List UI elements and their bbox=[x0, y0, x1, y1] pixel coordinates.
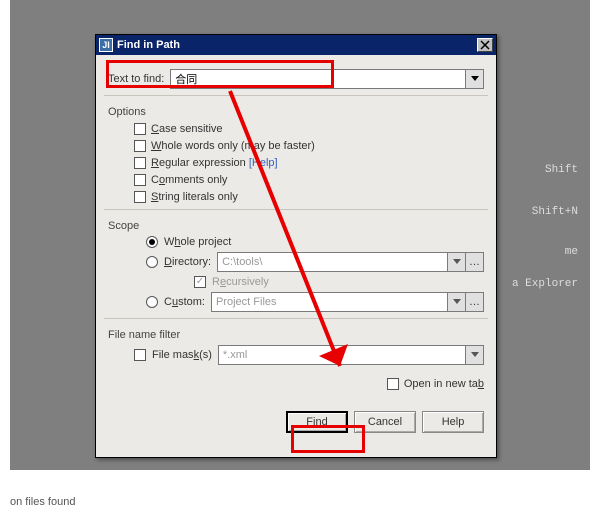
recursively-label: Recursively bbox=[212, 276, 269, 288]
find-button[interactable]: Find bbox=[286, 411, 348, 433]
comments-only-label: Comments only bbox=[151, 174, 227, 186]
cancel-button[interactable]: Cancel bbox=[354, 411, 416, 433]
chevron-down-icon bbox=[453, 259, 461, 265]
comments-only-checkbox[interactable] bbox=[134, 174, 146, 186]
dialog-title: Find in Path bbox=[117, 39, 180, 51]
whole-words-label: Whole words only (may be faster) bbox=[151, 140, 315, 152]
filemask-checkbox[interactable] bbox=[134, 349, 146, 361]
whole-project-label: Whole project bbox=[164, 236, 231, 248]
string-literals-label: String literals only bbox=[151, 191, 238, 203]
status-text: on files found bbox=[0, 496, 75, 508]
whole-project-radio[interactable] bbox=[146, 236, 158, 248]
whole-words-checkbox[interactable] bbox=[134, 140, 146, 152]
case-sensitive-checkbox[interactable] bbox=[134, 123, 146, 135]
filemask-label: File mask(s) bbox=[152, 349, 212, 361]
scope-group-label: Scope bbox=[108, 220, 484, 232]
bg-hint: me bbox=[565, 246, 578, 258]
case-sensitive-label: CCase sensitivease sensitive bbox=[151, 123, 223, 135]
custom-scope-dropdown[interactable] bbox=[448, 292, 466, 312]
find-in-path-dialog: JI Find in Path Text to find: Options CC… bbox=[95, 34, 497, 458]
text-to-find-label: Text to find: bbox=[108, 73, 164, 85]
filemask-dropdown[interactable] bbox=[466, 345, 484, 365]
string-literals-checkbox[interactable] bbox=[134, 191, 146, 203]
custom-scope-browse-button[interactable]: … bbox=[466, 292, 484, 312]
regex-checkbox[interactable] bbox=[134, 157, 146, 169]
bg-hint: Shift bbox=[545, 164, 578, 176]
directory-dropdown[interactable] bbox=[448, 252, 466, 272]
custom-scope-input bbox=[211, 292, 448, 312]
options-group-label: Options bbox=[108, 106, 484, 118]
close-icon bbox=[480, 40, 490, 50]
custom-label: Custom: bbox=[164, 296, 205, 308]
text-to-find-dropdown[interactable] bbox=[466, 69, 484, 89]
bg-hint: Shift+N bbox=[532, 206, 578, 218]
chevron-down-icon bbox=[471, 352, 479, 358]
open-new-tab-checkbox[interactable] bbox=[387, 378, 399, 390]
custom-radio[interactable] bbox=[146, 296, 158, 308]
open-new-tab-label: Open in new tab bbox=[404, 378, 484, 390]
filemask-input bbox=[218, 345, 466, 365]
directory-input bbox=[217, 252, 448, 272]
regex-label: Regular expression [Help] bbox=[151, 157, 278, 169]
file-filter-group-label: File name filter bbox=[108, 329, 484, 341]
app-icon: JI bbox=[99, 38, 113, 52]
directory-label: Directory: bbox=[164, 256, 211, 268]
chevron-down-icon bbox=[471, 76, 479, 82]
dialog-titlebar[interactable]: JI Find in Path bbox=[96, 35, 496, 55]
chevron-down-icon bbox=[453, 299, 461, 305]
bg-hint: a Explorer bbox=[512, 278, 578, 290]
regex-help-link[interactable]: [Help] bbox=[249, 157, 278, 169]
text-to-find-input[interactable] bbox=[170, 69, 466, 89]
recursively-checkbox bbox=[194, 276, 206, 288]
close-button[interactable] bbox=[477, 38, 493, 52]
help-button[interactable]: Help bbox=[422, 411, 484, 433]
directory-browse-button[interactable]: … bbox=[466, 252, 484, 272]
directory-radio[interactable] bbox=[146, 256, 158, 268]
